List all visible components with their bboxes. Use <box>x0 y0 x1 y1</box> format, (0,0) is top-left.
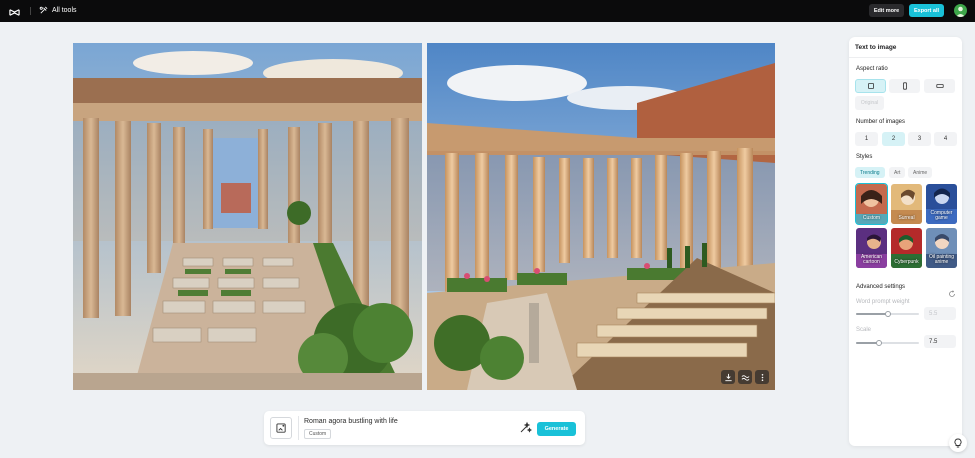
tools-icon <box>39 6 48 14</box>
slider-fill <box>856 313 888 315</box>
help-button[interactable] <box>949 434 967 452</box>
style-card-oil-painting-anime[interactable]: Oil painting anime <box>926 228 957 268</box>
prompt-bar: Roman agora bustling with life Custom Ge… <box>264 411 585 445</box>
word-prompt-weight-field[interactable]: 5.5 <box>924 307 956 320</box>
style-card-custom[interactable]: Custom <box>855 183 888 225</box>
divider <box>849 57 962 58</box>
top-bar: All tools Edit more Export all <box>0 0 975 22</box>
word-prompt-weight-label: Word prompt weight <box>856 299 910 305</box>
style-american-cartoon-label: American cartoon <box>860 254 883 265</box>
advanced-settings-label: Advanced settings <box>856 284 906 290</box>
style-card-cyberpunk[interactable]: Cyberpunk <box>891 228 922 268</box>
scale-slider[interactable] <box>856 340 919 346</box>
avatar[interactable] <box>954 4 967 17</box>
scale-label: Scale <box>856 327 872 333</box>
style-computer-game-label: Computer game <box>930 210 953 221</box>
image-toolbar <box>721 370 769 384</box>
scale-field[interactable]: 7.5 <box>924 335 956 348</box>
num-images-3[interactable]: 3 <box>908 132 931 146</box>
slider-knob[interactable] <box>876 340 883 346</box>
lightbulb-icon <box>954 438 962 448</box>
generate-button[interactable]: Generate <box>537 422 576 436</box>
styles-label: Styles <box>856 154 873 160</box>
export-all-button[interactable]: Export all <box>909 4 944 17</box>
capcut-logo-icon[interactable] <box>9 5 20 16</box>
panel-title: Text to image <box>855 44 897 51</box>
aspect-landscape-button[interactable] <box>924 79 955 93</box>
aspect-square-button[interactable] <box>855 79 886 93</box>
add-reference-image-button[interactable] <box>270 417 292 439</box>
num-images-1[interactable]: 1 <box>855 132 878 146</box>
reset-icon[interactable] <box>948 285 956 297</box>
slider-knob[interactable] <box>884 311 891 317</box>
text-to-image-panel: Text to image Aspect ratio Original Numb… <box>849 37 962 446</box>
tab-anime[interactable]: Anime <box>908 167 933 178</box>
upscale-icon[interactable] <box>738 370 752 384</box>
style-card-surreal[interactable]: Surreal <box>891 184 922 224</box>
number-of-images-label: Number of images <box>856 119 906 125</box>
prompt-input[interactable]: Roman agora bustling with life <box>304 418 398 425</box>
all-tools-button[interactable]: All tools <box>39 4 77 17</box>
portrait-icon <box>902 82 907 90</box>
num-images-2[interactable]: 2 <box>882 132 905 146</box>
aspect-ratio-label: Aspect ratio <box>856 66 888 72</box>
image-add-icon <box>275 422 286 433</box>
generated-image-1[interactable] <box>73 43 422 390</box>
all-tools-label: All tools <box>52 7 77 14</box>
download-icon[interactable] <box>721 370 735 384</box>
style-oil-painting-anime-label: Oil painting anime <box>928 254 954 265</box>
word-prompt-weight-slider[interactable] <box>856 311 919 317</box>
magic-wand-icon[interactable] <box>518 421 533 435</box>
more-icon[interactable] <box>755 370 769 384</box>
style-card-computer-game[interactable]: Computer game <box>926 184 957 224</box>
square-icon <box>867 83 874 89</box>
style-cyberpunk-label: Cyberpunk <box>894 259 919 265</box>
style-card-american-cartoon[interactable]: American cartoon <box>856 228 887 268</box>
divider <box>30 7 31 15</box>
divider <box>298 416 299 440</box>
aspect-portrait-button[interactable] <box>889 79 920 93</box>
tab-trending[interactable]: Trending <box>855 167 885 178</box>
aspect-original-button[interactable]: Original <box>855 96 884 110</box>
landscape-icon <box>935 84 944 88</box>
edit-more-button[interactable]: Edit more <box>869 4 904 17</box>
generated-image-2[interactable] <box>427 43 775 390</box>
style-custom-label: Custom <box>862 215 881 221</box>
style-surreal-label: Surreal <box>898 215 915 221</box>
num-images-4[interactable]: 4 <box>934 132 957 146</box>
style-chip[interactable]: Custom <box>304 429 332 439</box>
tab-art[interactable]: Art <box>889 167 906 178</box>
